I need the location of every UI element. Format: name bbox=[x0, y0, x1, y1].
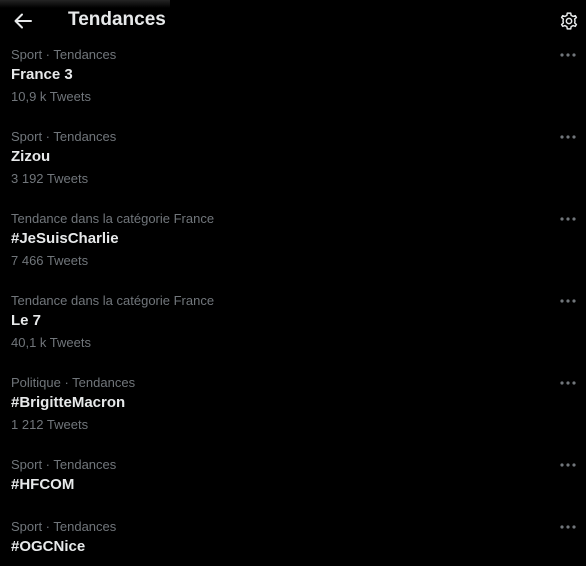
more-options-button[interactable] bbox=[557, 373, 579, 393]
trend-context: Politique · Tendances bbox=[11, 375, 136, 390]
trend-item[interactable]: Politique · Tendances #BrigitteMacron 1 … bbox=[0, 375, 586, 457]
trend-context: Tendance dans la catégorie France bbox=[11, 211, 215, 226]
back-button[interactable] bbox=[10, 9, 36, 33]
trend-context: Sport · Tendances bbox=[11, 129, 117, 144]
trend-item[interactable]: Sport · Tendances #HFCOM bbox=[0, 457, 586, 519]
trend-item[interactable]: Sport · Tendances Zizou 3 192 Tweets bbox=[0, 129, 586, 211]
header-shadow bbox=[0, 0, 170, 8]
more-options-button[interactable] bbox=[557, 209, 579, 229]
trend-name: #HFCOM bbox=[11, 476, 75, 493]
trend-name: France 3 bbox=[11, 66, 73, 83]
more-options-button[interactable] bbox=[557, 455, 579, 475]
trend-name: Zizou bbox=[11, 148, 51, 165]
settings-button[interactable] bbox=[558, 10, 580, 32]
trend-context: Sport · Tendances bbox=[11, 457, 117, 472]
trend-count: 1 212 Tweets bbox=[11, 417, 89, 432]
trend-item[interactable]: Tendance dans la catégorie France #JeSui… bbox=[0, 211, 586, 293]
more-dots-icon bbox=[560, 381, 576, 385]
gear-icon bbox=[560, 12, 578, 30]
trend-name: #BrigitteMacron bbox=[11, 394, 126, 411]
more-options-button[interactable] bbox=[557, 45, 579, 65]
more-dots-icon bbox=[560, 217, 576, 221]
more-options-button[interactable] bbox=[557, 517, 579, 537]
trend-context: Tendance dans la catégorie France bbox=[11, 293, 215, 308]
more-options-button[interactable] bbox=[557, 127, 579, 147]
trend-item[interactable]: Tendance dans la catégorie France Le 7 4… bbox=[0, 293, 586, 375]
trend-count: 10,9 k Tweets bbox=[11, 89, 91, 104]
trend-item[interactable]: Sport · Tendances France 3 10,9 k Tweets bbox=[0, 47, 586, 129]
page-header: Tendances bbox=[0, 0, 586, 42]
more-dots-icon bbox=[560, 53, 576, 57]
trend-count: 3 192 Tweets bbox=[11, 171, 89, 186]
more-dots-icon bbox=[560, 463, 576, 467]
more-dots-icon bbox=[560, 299, 576, 303]
arrow-left-icon bbox=[14, 13, 32, 29]
page-title: Tendances bbox=[68, 9, 166, 30]
more-dots-icon bbox=[560, 525, 576, 529]
more-dots-icon bbox=[560, 135, 576, 139]
trend-name: #OGCNice bbox=[11, 538, 86, 555]
trend-item[interactable]: Sport · Tendances #OGCNice bbox=[0, 519, 586, 566]
trend-name: Le 7 bbox=[11, 312, 42, 329]
more-options-button[interactable] bbox=[557, 291, 579, 311]
trend-name: #JeSuisCharlie bbox=[11, 230, 119, 247]
trend-count: 40,1 k Tweets bbox=[11, 335, 91, 350]
trend-count: 7 466 Tweets bbox=[11, 253, 89, 268]
trend-context: Sport · Tendances bbox=[11, 47, 117, 62]
trend-context: Sport · Tendances bbox=[11, 519, 117, 534]
